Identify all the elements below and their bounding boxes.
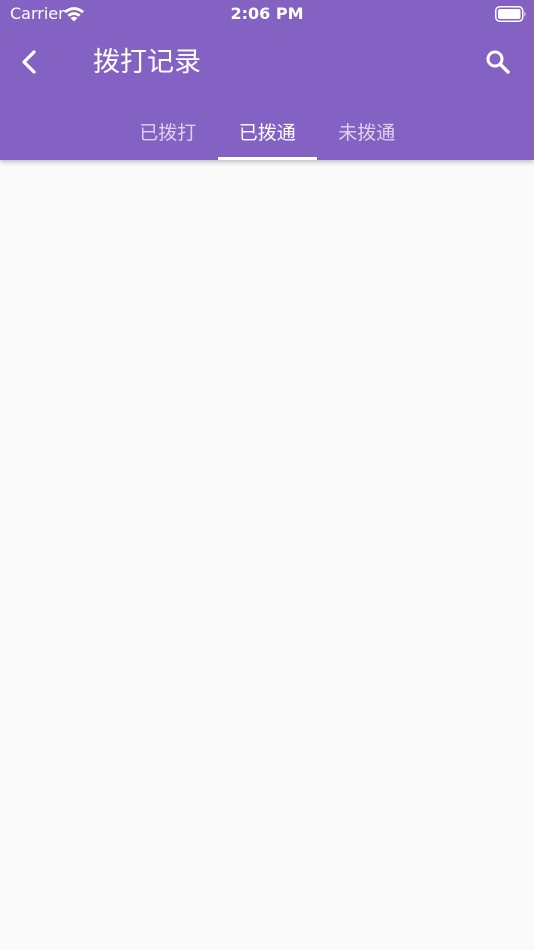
page-title: 拨打记录 (93, 47, 201, 78)
chevron-left-icon (22, 50, 36, 74)
tab-connected[interactable]: 已拨通 (217, 105, 318, 160)
app-header: Carrier 2:06 PM 拨打记录 已拨打 已拨通 未拨通 (0, 0, 534, 160)
tab-bar: 已拨打 已拨通 未拨通 (118, 105, 417, 160)
status-time: 2:06 PM (230, 4, 304, 23)
tab-not-connected[interactable]: 未拨通 (317, 105, 417, 160)
back-button[interactable] (10, 42, 50, 82)
battery-icon (495, 6, 526, 22)
search-button[interactable] (478, 42, 518, 82)
search-icon (486, 50, 510, 74)
tab-label: 未拨通 (338, 121, 396, 144)
status-bar: Carrier 2:06 PM (0, 0, 534, 28)
tab-label: 已拨通 (238, 121, 296, 144)
content-area (0, 160, 534, 950)
app-screen: Carrier 2:06 PM 拨打记录 已拨打 已拨通 未拨通 (0, 0, 534, 950)
tab-dialed[interactable]: 已拨打 (118, 105, 218, 160)
toolbar: 拨打记录 (0, 28, 534, 98)
tab-label: 已拨打 (139, 121, 197, 144)
